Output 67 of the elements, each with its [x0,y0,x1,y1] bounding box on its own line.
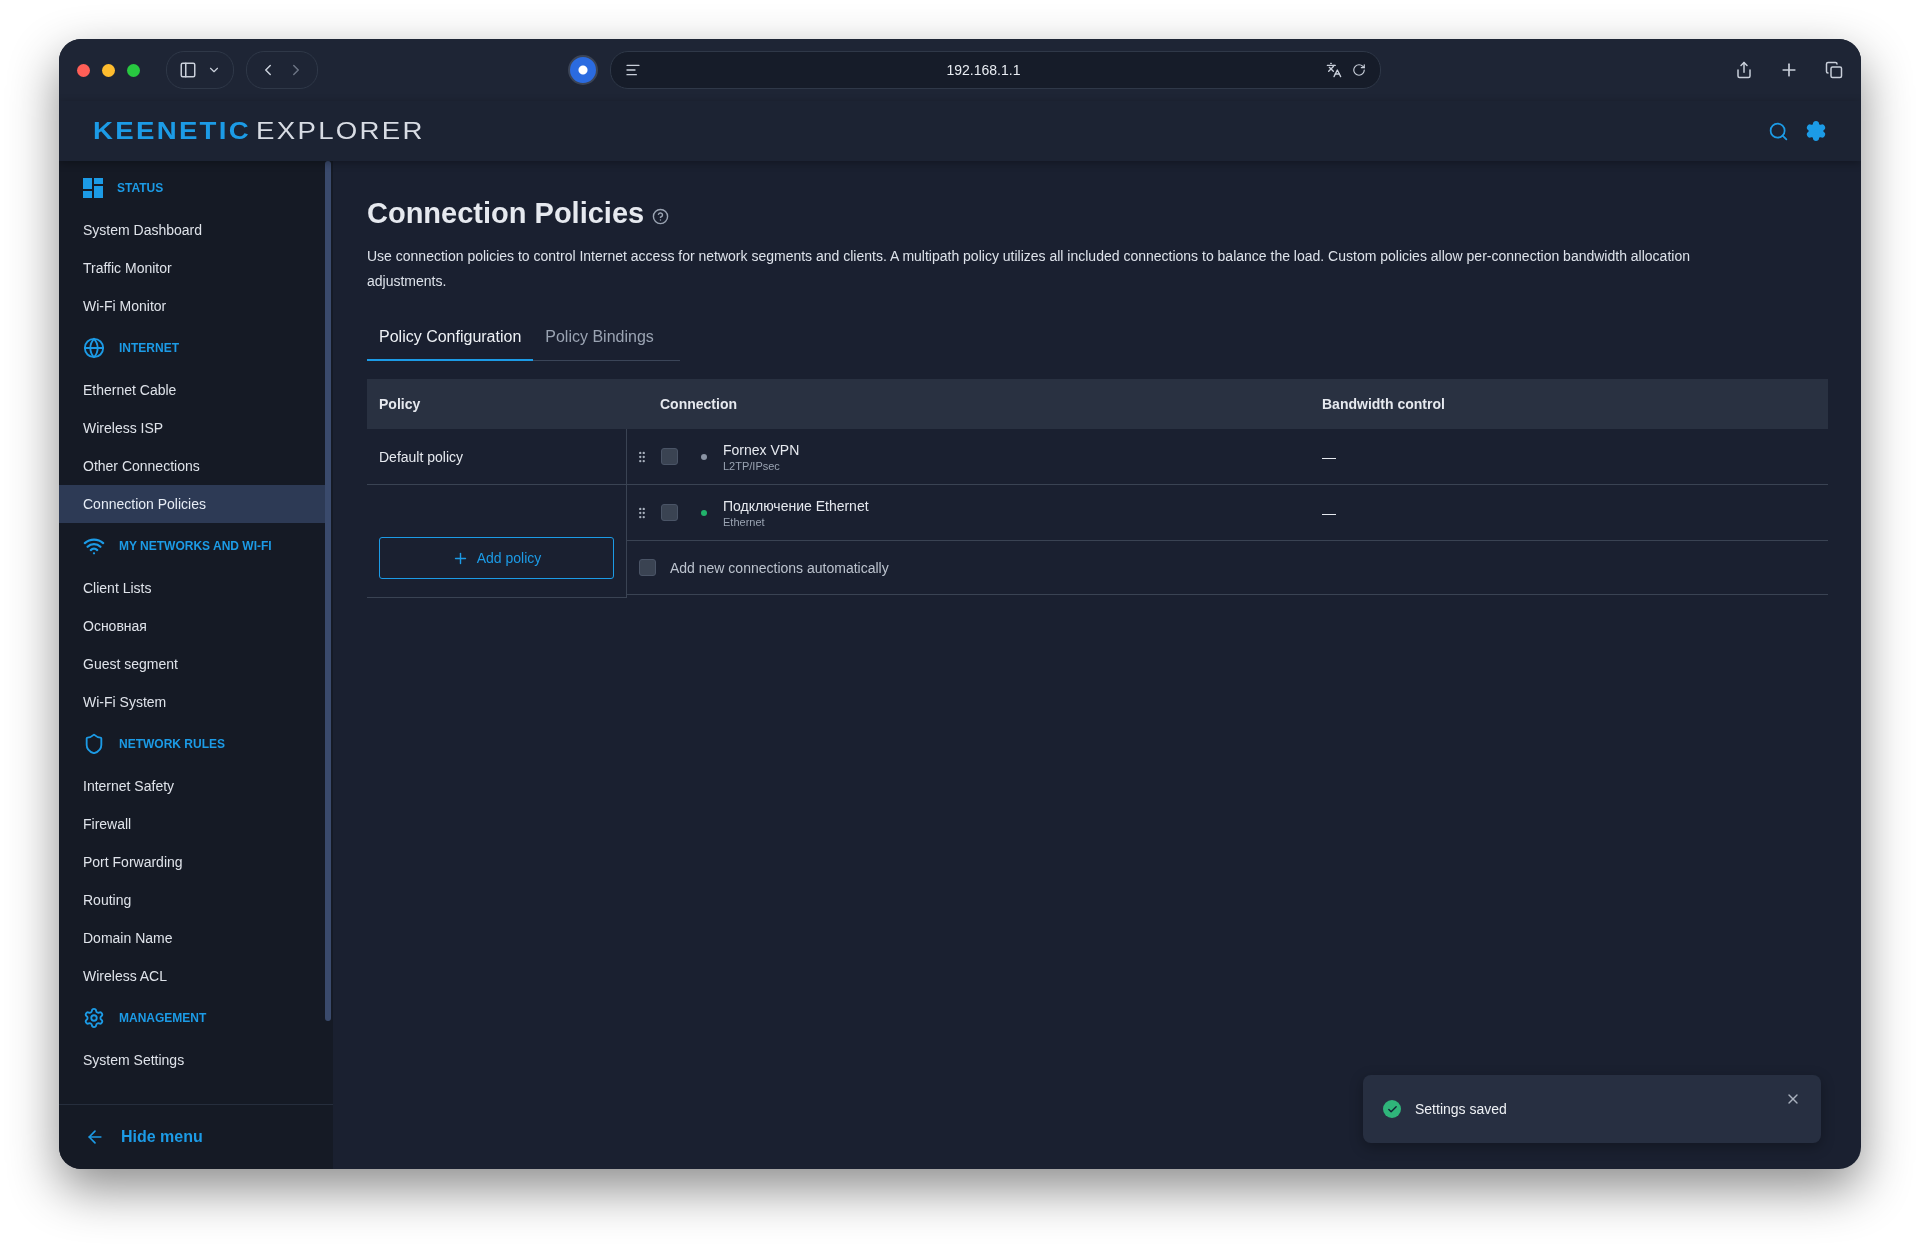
reload-icon[interactable] [1352,63,1366,77]
sidebar-item[interactable]: Guest segment [59,645,325,683]
close-button[interactable] [77,63,90,77]
section-heading: MANAGEMENT [119,1011,207,1025]
tab[interactable]: Policy Configuration [367,318,534,361]
sidebar-item[interactable]: Routing [59,881,325,919]
sidebar-item[interactable]: System Dashboard [59,211,325,249]
checkbox[interactable] [661,504,678,521]
bandwidth-value: — [1322,448,1337,465]
settings-icon [83,1007,105,1029]
sidebar-item[interactable]: Firewall [59,805,325,843]
sidebar-item[interactable]: Wireless ACL [59,957,325,995]
checkbox[interactable] [661,448,678,465]
sidebar-item[interactable]: Wireless ISP [59,409,325,447]
success-icon [1383,1100,1401,1118]
hide-menu-button[interactable]: Hide menu [85,1127,203,1147]
connection-name: Подключение Ethernet [723,497,870,514]
sidebar-item[interactable]: Connection Policies [59,485,325,523]
connection-name: Fornex VPN [723,441,801,458]
settings-icon[interactable] [1805,120,1827,142]
sidebar-icon[interactable] [179,61,197,79]
help-icon[interactable] [652,208,670,225]
wifi-icon [83,535,105,557]
share-icon[interactable] [1735,61,1753,79]
translate-icon[interactable] [1326,62,1342,78]
sidebar-item[interactable]: Client Lists [59,569,325,607]
tabs-overview-icon[interactable] [1825,61,1843,79]
minimize-button[interactable] [102,63,115,77]
sidebar-item[interactable]: Internet Safety [59,767,325,805]
sidebar-item[interactable]: Traffic Monitor [59,249,325,287]
dashboard-icon [83,178,103,198]
connection-type: Ethernet [723,515,766,528]
url-text: 192.168.1.1 [945,62,1022,78]
column-header: Policy [367,379,627,429]
policy-name[interactable]: Default policy [367,429,626,485]
sidebar-item[interactable]: Wi-Fi System [59,683,325,721]
sidebar-item[interactable]: Основная [59,607,325,645]
extension-icon[interactable] [568,55,598,85]
add-policy-button[interactable]: Add policy [379,537,614,579]
sidebar-item[interactable]: Wi-Fi Monitor [59,287,325,325]
checkbox[interactable] [639,559,656,576]
toast-message: Settings saved [1415,1101,1508,1117]
section-heading: MY NETWORKS AND WI-FI [119,539,272,553]
section-heading: NETWORK RULES [119,737,225,751]
sidebar-item[interactable]: Domain Name [59,919,325,957]
sidebar-item[interactable]: Other Connections [59,447,325,485]
bandwidth-value: — [1322,504,1337,521]
globe-icon [83,337,105,359]
reader-icon[interactable] [625,62,641,78]
page-description: Use connection policies to control Internet access for network segments and clients. A multipath policy utilizes all included connections to balance the load. Custom policies allow per-connection bandwidth allocation adjustments. [367,247,1691,291]
checkbox-label: Add new connections automatically [670,559,889,576]
search-icon[interactable] [1768,120,1789,142]
column-header: Bandwidth control [1322,379,1828,429]
sidebar-item[interactable]: System Settings [59,1041,325,1079]
shield-icon [83,733,105,755]
section-heading: INTERNET [119,341,179,355]
scrollbar[interactable] [325,161,331,1021]
page-title: Connection Policies [367,197,645,230]
column-header: Connection [627,379,1322,429]
zoom-button[interactable] [127,63,140,77]
sidebar-item[interactable]: Ethernet Cable [59,371,325,409]
sidebar-item[interactable]: Port Forwarding [59,843,325,881]
address-bar[interactable]: 192.168.1.1 [610,51,1381,89]
tab[interactable]: Policy Bindings [533,318,666,361]
connection-type: L2TP/IPsec [723,459,781,472]
section-heading: STATUS [117,181,164,195]
logo: KEENETIC EXPLORER [93,117,427,145]
